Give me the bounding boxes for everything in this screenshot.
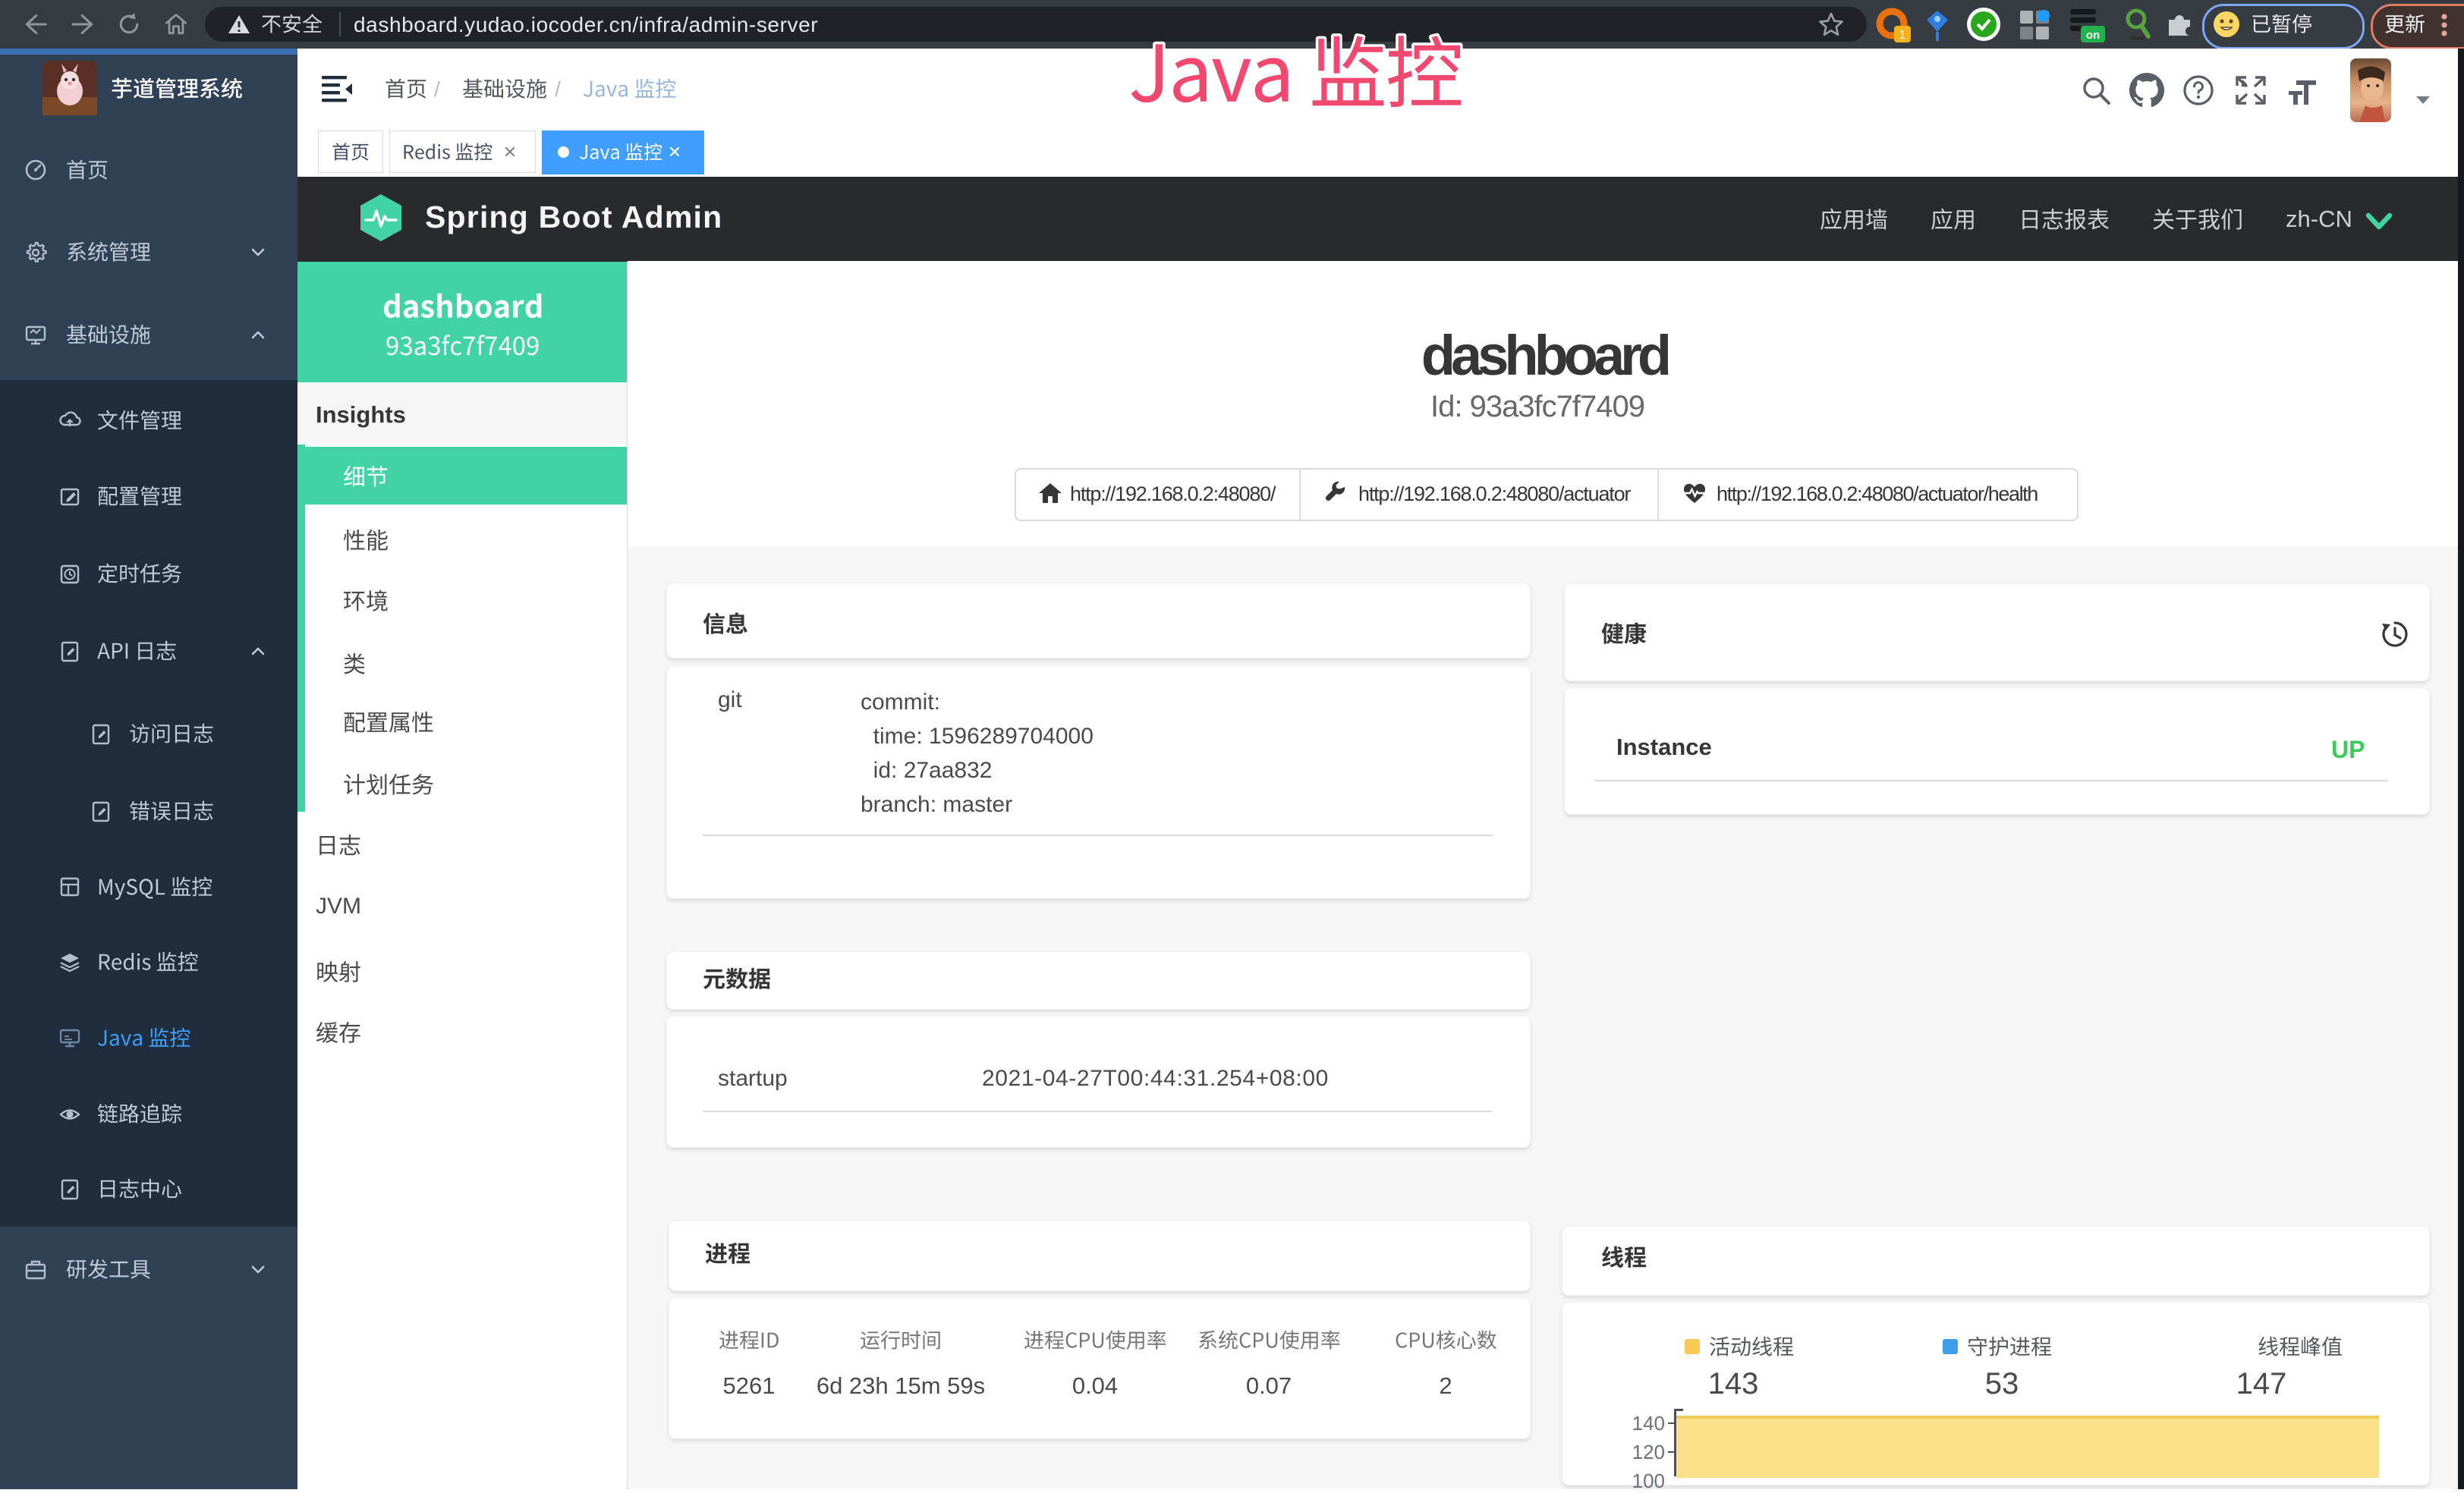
svg-text:on: on: [2086, 29, 2100, 42]
svg-text:1: 1: [1899, 29, 1906, 42]
